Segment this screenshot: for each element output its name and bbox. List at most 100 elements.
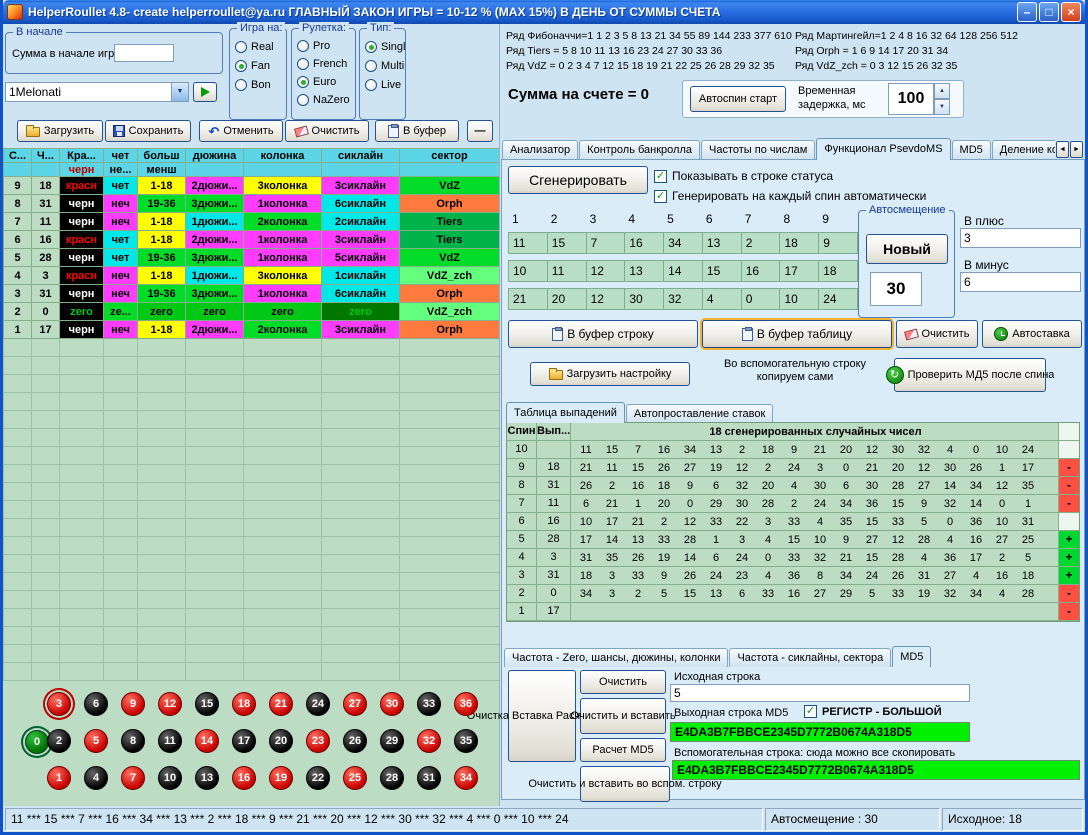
radio-option-NaZero[interactable]: NaZero [297,91,353,109]
board-number-28[interactable]: 28 [380,766,404,790]
save-button[interactable]: Сохранить [105,120,191,142]
board-number-36[interactable]: 36 [454,692,478,716]
load-button[interactable]: Загрузить [17,120,103,142]
radio-icon[interactable] [235,79,247,91]
board-number-10[interactable]: 10 [158,766,182,790]
new-button[interactable]: Новый [866,234,948,264]
maximize-button[interactable]: □ [1039,2,1059,22]
main-tabs-item-4[interactable]: MD5 [952,140,991,160]
autospin-start-button[interactable]: Автоспин старт [690,86,786,112]
board-number-12[interactable]: 12 [158,692,182,716]
collapse-button[interactable]: — [467,120,493,142]
board-number-24[interactable]: 24 [306,692,330,716]
radio-icon[interactable] [365,41,377,53]
profile-select[interactable]: 1Melonati ▼ [5,82,189,102]
spin-tabs-item-0[interactable]: Таблица выпадений [506,402,625,423]
board-number-13[interactable]: 13 [195,766,219,790]
board-number-20[interactable]: 20 [269,729,293,753]
radio-icon[interactable] [297,40,309,52]
board-number-34[interactable]: 34 [454,766,478,790]
generate-button[interactable]: Сгенерировать [508,166,648,194]
board-number-0[interactable]: 0 [25,730,49,754]
radio-icon[interactable] [235,41,247,53]
board-number-33[interactable]: 33 [417,692,441,716]
board-number-23[interactable]: 23 [306,729,330,753]
board-number-7[interactable]: 7 [121,766,145,790]
register-checkbox[interactable]: ✓ РЕГИСТР - БОЛЬШОЙ [804,705,942,718]
minimize-button[interactable]: – [1017,2,1037,22]
board-number-15[interactable]: 15 [195,692,219,716]
radio-option-Real[interactable]: Real [235,37,284,56]
board-number-19[interactable]: 19 [269,766,293,790]
to-buffer-button[interactable]: В буфер [375,120,459,142]
autoshift-value[interactable]: 30 [870,272,922,306]
radio-option-Live[interactable]: Live [365,75,403,94]
board-number-6[interactable]: 6 [84,692,108,716]
main-tabs-item-3[interactable]: Функционал PsevdoMS [816,138,950,160]
spinner-down-icon[interactable]: ▼ [934,99,950,115]
plus-input[interactable] [960,228,1081,248]
board-number-29[interactable]: 29 [380,729,404,753]
autogenerate-checkbox[interactable]: ✓ Генерировать на каждый спин автоматиче… [654,189,926,203]
spin-tabs-item-1[interactable]: Автопроставление ставок [626,404,773,423]
main-tabs-item-5[interactable]: Деление ко... [992,140,1055,160]
md5-clear-paste-aux-button[interactable]: Очистить и вставить во вспом. строку [580,766,670,802]
check-md5-button[interactable]: ↻Проверить МД5 после спина [894,358,1046,392]
freq-tabs-item-1[interactable]: Частота - сиклайны, сектора [729,648,891,667]
board-number-18[interactable]: 18 [232,692,256,716]
radio-icon[interactable] [365,60,377,72]
board-number-27[interactable]: 27 [343,692,367,716]
radio-icon[interactable] [235,60,247,72]
clear-ms-button[interactable]: Очистить [896,320,978,348]
radio-option-Multi[interactable]: Multi [365,56,403,75]
board-number-5[interactable]: 5 [84,729,108,753]
freq-tabs-item-2[interactable]: MD5 [892,646,931,667]
delay-spinner[interactable]: 100 ▲ ▼ [888,83,950,115]
md5-clear-button[interactable]: Очистить [580,670,666,694]
board-number-17[interactable]: 17 [232,729,256,753]
radio-icon[interactable] [365,79,377,91]
board-number-14[interactable]: 14 [195,729,219,753]
minus-input[interactable] [960,272,1081,292]
main-tabs-item-0[interactable]: Анализатор [502,140,578,160]
spinner-up-icon[interactable]: ▲ [934,83,950,99]
board-number-11[interactable]: 11 [158,729,182,753]
board-number-1[interactable]: 1 [47,766,71,790]
board-number-25[interactable]: 25 [343,766,367,790]
start-sum-input[interactable] [114,44,174,62]
clear-button[interactable]: Очистить [285,120,369,142]
dropdown-arrow-icon[interactable]: ▼ [171,83,188,101]
main-tabs-item-1[interactable]: Контроль банкролла [579,140,700,160]
md5-big-button[interactable]: Очистка Вставка Расчет MD5 [508,670,576,762]
autobet-button[interactable]: Автоставка [982,320,1082,348]
tab-scroll-right-icon[interactable]: ► [1070,141,1083,158]
titlebar[interactable]: HelperRoullet 4.8- create helperroullet@… [3,0,1085,24]
radio-icon[interactable] [297,94,309,106]
board-number-32[interactable]: 32 [417,729,441,753]
show-status-checkbox[interactable]: ✓ Показывать в строке статуса [654,169,833,183]
radio-icon[interactable] [297,76,309,88]
board-number-21[interactable]: 21 [269,692,293,716]
board-number-31[interactable]: 31 [417,766,441,790]
radio-option-Fan[interactable]: Fan [235,56,284,75]
board-number-30[interactable]: 30 [380,692,404,716]
radio-option-Euro[interactable]: Euro [297,73,353,91]
radio-option-Bon[interactable]: Bon [235,75,284,94]
radio-option-Singl[interactable]: Singl [365,37,403,56]
freq-tabs-item-0[interactable]: Частота - Zero, шансы, дюжины, колонки [504,648,728,667]
undo-button[interactable]: ↶Отменить [199,120,283,142]
play-button[interactable] [193,82,217,102]
board-number-9[interactable]: 9 [121,692,145,716]
load-settings-button[interactable]: Загрузить настройку [530,362,690,386]
radio-option-French[interactable]: French [297,55,353,73]
radio-option-Pro[interactable]: Pro [297,37,353,55]
buffer-table-button[interactable]: В буфер таблицу [702,320,892,348]
board-number-4[interactable]: 4 [84,766,108,790]
tab-scroll-left-icon[interactable]: ◄ [1056,141,1069,158]
close-button[interactable]: × [1061,2,1081,22]
md5-clear-paste-button[interactable]: Очистить и вставить [580,698,666,734]
main-tabs-item-2[interactable]: Частоты по числам [701,140,815,160]
board-number-26[interactable]: 26 [343,729,367,753]
buffer-row-button[interactable]: В буфер строку [508,320,698,348]
md5-source-input[interactable] [670,684,970,702]
